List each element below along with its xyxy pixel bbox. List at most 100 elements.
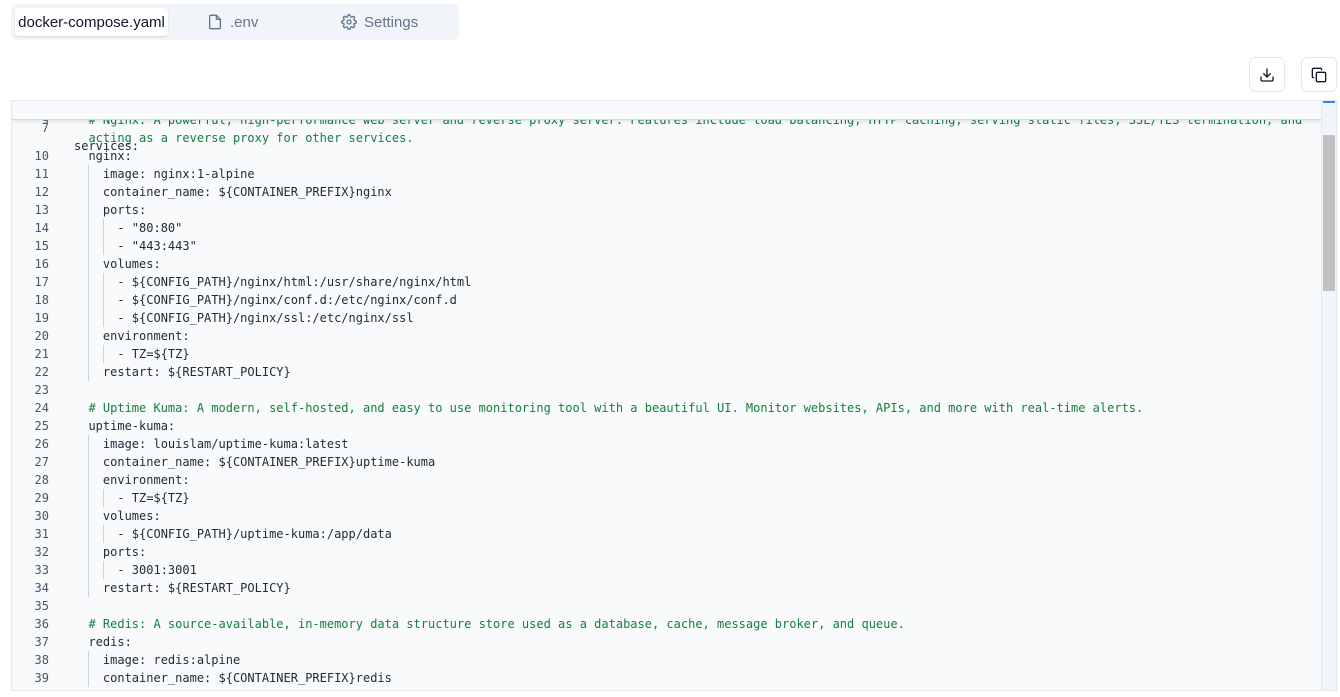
line-number: 26 bbox=[34, 437, 49, 451]
line-content: volumes: bbox=[74, 509, 161, 523]
line-content: environment: bbox=[74, 473, 190, 487]
code-line: 21 - TZ=${TZ} bbox=[12, 345, 1322, 363]
line-content: - 3001:3001 bbox=[74, 563, 197, 577]
code-line: acting as a reverse proxy for other serv… bbox=[12, 129, 1322, 147]
code-line: 31 - ${CONFIG_PATH}/uptime-kuma:/app/dat… bbox=[12, 525, 1322, 543]
code-line: 14 - "80:80" bbox=[12, 219, 1322, 237]
line-number: 18 bbox=[34, 293, 49, 307]
code-line: 29 - TZ=${TZ} bbox=[12, 489, 1322, 507]
tab-label: docker-compose.yaml bbox=[18, 13, 165, 31]
line-content: environment: bbox=[74, 329, 190, 343]
line-content: ports: bbox=[74, 545, 147, 559]
line-number: 35 bbox=[34, 599, 49, 613]
code-line: 20 environment: bbox=[12, 327, 1322, 345]
code-line: 38 image: redis:alpine bbox=[12, 651, 1322, 669]
line-content: uptime-kuma: bbox=[74, 419, 176, 433]
code-editor[interactable]: 7 services: 9 # Nginx: A powerful, high-… bbox=[11, 100, 1337, 691]
line-content: - TZ=${TZ} bbox=[74, 347, 190, 361]
line-content: - ${CONFIG_PATH}/nginx/ssl:/etc/nginx/ss… bbox=[74, 311, 414, 325]
line-number: 16 bbox=[34, 257, 49, 271]
code-comment: # Uptime Kuma: A modern, self-hosted, an… bbox=[74, 401, 1144, 415]
line-number: 30 bbox=[34, 509, 49, 523]
line-content: - ${CONFIG_PATH}/nginx/conf.d:/etc/nginx… bbox=[74, 293, 457, 307]
line-content: - ${CONFIG_PATH}/uptime-kuma:/app/data bbox=[74, 527, 392, 541]
code-line: 24 # Uptime Kuma: A modern, self-hosted,… bbox=[12, 399, 1322, 417]
code-line: 13 ports: bbox=[12, 201, 1322, 219]
code-line: 7 services: bbox=[12, 101, 1322, 153]
code-line: 30 volumes: bbox=[12, 507, 1322, 525]
file-icon bbox=[209, 14, 221, 30]
code-line: 15 - "443:443" bbox=[12, 237, 1322, 255]
line-content: image: louislam/uptime-kuma:latest bbox=[74, 437, 349, 451]
code-line: 36 # Redis: A source-available, in-memor… bbox=[12, 615, 1322, 633]
code-line: 25 uptime-kuma: bbox=[12, 417, 1322, 435]
line-content: ports: bbox=[74, 203, 147, 217]
line-number: 27 bbox=[34, 455, 49, 469]
code-line: 26 image: louislam/uptime-kuma:latest bbox=[12, 435, 1322, 453]
line-number: 13 bbox=[34, 203, 49, 217]
code-line: 16 volumes: bbox=[12, 255, 1322, 273]
vertical-scrollbar[interactable] bbox=[1321, 101, 1336, 690]
line-number: 39 bbox=[34, 671, 49, 685]
line-number: 33 bbox=[34, 563, 49, 577]
line-number: 12 bbox=[34, 185, 49, 199]
line-number: 36 bbox=[34, 617, 49, 631]
line-number: 25 bbox=[34, 419, 49, 433]
line-content: - TZ=${TZ} bbox=[74, 491, 190, 505]
code-line: 12 container_name: ${CONTAINER_PREFIX}ng… bbox=[12, 183, 1322, 201]
line-content: volumes: bbox=[74, 257, 161, 271]
line-content: container_name: ${CONTAINER_PREFIX}uptim… bbox=[74, 455, 436, 469]
line-number: 29 bbox=[34, 491, 49, 505]
code-line: 32 ports: bbox=[12, 543, 1322, 561]
line-content: restart: ${RESTART_POLICY} bbox=[74, 581, 291, 595]
line-content: image: redis:alpine bbox=[74, 653, 241, 667]
scroll-position-marker bbox=[1323, 101, 1335, 103]
code-line: 18 - ${CONFIG_PATH}/nginx/conf.d:/etc/ng… bbox=[12, 291, 1322, 309]
code-line: 23 bbox=[12, 381, 1322, 399]
gear-icon bbox=[341, 14, 357, 30]
copy-button[interactable] bbox=[1301, 57, 1337, 92]
line-content: restart: ${RESTART_POLICY} bbox=[74, 365, 291, 379]
line-number: 28 bbox=[34, 473, 49, 487]
line-number: 14 bbox=[34, 221, 49, 235]
line-number: 34 bbox=[34, 581, 49, 595]
line-content: redis: bbox=[74, 635, 132, 649]
line-number: 21 bbox=[34, 347, 49, 361]
code-line: 33 - 3001:3001 bbox=[12, 561, 1322, 579]
line-content: container_name: ${CONTAINER_PREFIX}redis bbox=[74, 671, 392, 685]
line-number: 15 bbox=[34, 239, 49, 253]
code-line: 11 image: nginx:1-alpine bbox=[12, 165, 1322, 183]
tab-settings[interactable]: Settings bbox=[341, 8, 418, 36]
tab-label: Settings bbox=[364, 13, 419, 31]
code-line: 37 redis: bbox=[12, 633, 1322, 651]
line-content: image: nginx:1-alpine bbox=[74, 167, 255, 181]
code-line: 10 nginx: bbox=[12, 147, 1322, 165]
download-button[interactable] bbox=[1249, 57, 1285, 92]
code-lines[interactable]: 9 # Nginx: A powerful, high-performance … bbox=[12, 101, 1322, 690]
line-number: 20 bbox=[34, 329, 49, 343]
line-number: 19 bbox=[34, 311, 49, 325]
file-tabs: docker-compose.yaml .env Settings bbox=[11, 4, 459, 40]
line-number: 32 bbox=[34, 545, 49, 559]
line-number: 37 bbox=[34, 635, 49, 649]
line-number: 7 bbox=[41, 121, 49, 135]
tab-docker-compose[interactable]: docker-compose.yaml bbox=[15, 8, 168, 36]
line-content: - "443:443" bbox=[74, 239, 197, 253]
line-number: 24 bbox=[34, 401, 49, 415]
line-content: - "80:80" bbox=[74, 221, 183, 235]
tab-env[interactable]: .env bbox=[207, 8, 258, 36]
line-number: 22 bbox=[34, 365, 49, 379]
line-number: 31 bbox=[34, 527, 49, 541]
tab-label: .env bbox=[230, 13, 259, 31]
line-number: 17 bbox=[34, 275, 49, 289]
code-line: 39 container_name: ${CONTAINER_PREFIX}re… bbox=[12, 669, 1322, 687]
sticky-scroll-header: 7 services: bbox=[12, 101, 1322, 153]
scroll-thumb[interactable] bbox=[1323, 135, 1335, 291]
code-line: 34 restart: ${RESTART_POLICY} bbox=[12, 579, 1322, 597]
line-number: 38 bbox=[34, 653, 49, 667]
download-icon bbox=[1260, 67, 1274, 82]
line-content: container_name: ${CONTAINER_PREFIX}nginx bbox=[74, 185, 392, 199]
code-line: 22 restart: ${RESTART_POLICY} bbox=[12, 363, 1322, 381]
line-content: services: bbox=[74, 139, 140, 153]
code-line: 19 - ${CONFIG_PATH}/nginx/ssl:/etc/nginx… bbox=[12, 309, 1322, 327]
